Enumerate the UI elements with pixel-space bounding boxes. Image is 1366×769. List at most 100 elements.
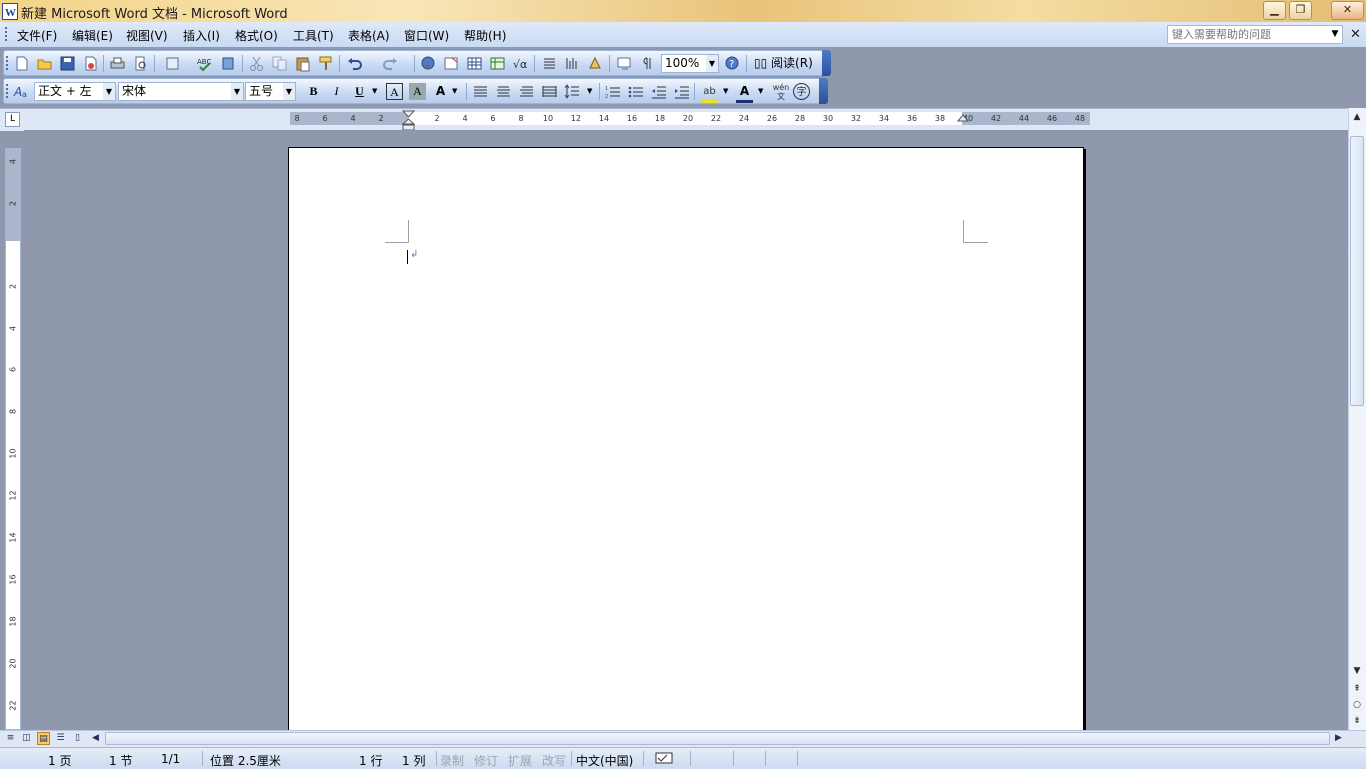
permission-icon[interactable] (82, 55, 99, 72)
numbering-icon[interactable]: 12 (604, 83, 621, 100)
help-question-input[interactable] (1168, 26, 1328, 43)
chevron-down-icon[interactable]: ▼ (231, 83, 243, 100)
bold-button[interactable]: B (305, 83, 322, 100)
increase-indent-icon[interactable] (673, 83, 690, 100)
horizontal-scroll-thumb[interactable] (105, 732, 1330, 745)
menu-tools[interactable]: 工具(T) (293, 27, 334, 44)
character-scaling-button[interactable]: A (432, 83, 449, 100)
style-select[interactable]: 正文 + 左 ▼ (34, 82, 116, 101)
reading-view-icon[interactable]: ▯ (71, 732, 84, 745)
font-color-dropdown-icon[interactable]: ▼ (758, 87, 763, 95)
line-spacing-dropdown-icon[interactable]: ▼ (587, 87, 592, 95)
close-button[interactable]: ✕ (1331, 1, 1364, 20)
character-border-button[interactable]: A (386, 83, 403, 100)
toolbar-grip[interactable] (6, 56, 8, 70)
line-spacing-icon[interactable] (564, 83, 581, 100)
print-preview-icon[interactable] (132, 55, 149, 72)
open-icon[interactable] (36, 55, 53, 72)
bullets-icon[interactable] (627, 83, 644, 100)
align-center-icon[interactable] (495, 83, 512, 100)
underline-dropdown-icon[interactable]: ▼ (372, 87, 377, 95)
status-overtype[interactable]: 改写 (542, 752, 566, 769)
underline-button[interactable]: U (351, 83, 368, 100)
status-track-changes[interactable]: 修订 (474, 752, 498, 769)
new-icon[interactable] (13, 55, 30, 72)
menu-help[interactable]: 帮助(H) (464, 27, 506, 44)
print-view-icon[interactable]: ▤ (37, 732, 50, 745)
research-book-icon[interactable] (220, 55, 237, 72)
print-icon[interactable] (109, 55, 126, 72)
align-left-icon[interactable] (472, 83, 489, 100)
drawing-icon[interactable] (564, 55, 581, 72)
highlight-button[interactable]: ab (701, 83, 718, 103)
font-size-select[interactable]: 五号 ▼ (245, 82, 296, 101)
menu-view[interactable]: 视图(V) (126, 27, 168, 44)
save-icon[interactable] (59, 55, 76, 72)
equation-icon[interactable]: √α (512, 55, 529, 72)
undo-icon[interactable] (346, 55, 363, 72)
show-hide-icon[interactable] (616, 55, 633, 72)
vertical-ruler[interactable]: 4 2 2 4 6 8 10 12 14 16 18 20 22 (5, 148, 21, 730)
document-close-button[interactable]: ✕ (1350, 27, 1361, 42)
scroll-down-icon[interactable]: ▼ (1350, 664, 1364, 678)
menu-edit[interactable]: 编辑(E) (72, 27, 113, 44)
character-shading-button[interactable]: A (409, 83, 426, 100)
indent-marker-handle[interactable] (402, 110, 415, 131)
decrease-indent-icon[interactable] (650, 83, 667, 100)
scroll-left-icon[interactable]: ◀ (89, 732, 102, 745)
hyperlink-icon[interactable] (420, 55, 437, 72)
chevron-down-icon[interactable]: ▼ (103, 83, 115, 100)
status-language[interactable]: 中文(中国) (576, 752, 633, 769)
menu-insert[interactable]: 插入(I) (183, 27, 220, 44)
styles-pane-icon[interactable]: Aa (13, 83, 30, 100)
italic-button[interactable]: I (328, 83, 345, 100)
status-record[interactable]: 录制 (440, 752, 464, 769)
document-page[interactable]: ↲ (288, 147, 1084, 730)
tab-selector-button[interactable]: L (5, 112, 20, 127)
normal-view-icon[interactable]: ≡ (4, 732, 17, 745)
menu-format[interactable]: 格式(O) (235, 27, 278, 44)
font-select[interactable]: 宋体 ▼ (118, 82, 244, 101)
toolbar-grip[interactable] (6, 84, 8, 98)
minimize-button[interactable]: ▁ (1263, 1, 1286, 20)
menu-grip[interactable] (5, 27, 7, 42)
select-browse-object-icon[interactable]: ○ (1350, 698, 1364, 712)
status-extend[interactable]: 扩展 (508, 752, 532, 769)
cut-icon[interactable] (248, 55, 265, 72)
insert-excel-icon[interactable] (489, 55, 506, 72)
copy-icon[interactable] (271, 55, 288, 72)
tables-borders-icon[interactable] (443, 55, 460, 72)
insert-table-icon[interactable] (466, 55, 483, 72)
menu-window[interactable]: 窗口(W) (404, 27, 449, 44)
spelling-icon[interactable]: ABC (196, 55, 213, 72)
research-icon[interactable] (164, 55, 181, 72)
columns-icon[interactable] (541, 55, 558, 72)
format-painter-icon[interactable] (317, 55, 334, 72)
restore-button[interactable]: ❐ (1289, 1, 1312, 20)
reading-layout-button[interactable]: ▯▯ 阅读(R) (754, 54, 813, 73)
scaling-dropdown-icon[interactable]: ▼ (452, 87, 457, 95)
help-icon[interactable]: ? (724, 55, 741, 72)
outline-view-icon[interactable]: ☰ (54, 732, 67, 745)
scroll-up-icon[interactable]: ▲ (1350, 110, 1364, 124)
chevron-down-icon[interactable]: ▼ (706, 55, 718, 72)
align-right-icon[interactable] (518, 83, 535, 100)
help-question-box[interactable]: ▼ (1167, 25, 1343, 44)
highlight-dropdown-icon[interactable]: ▼ (723, 87, 728, 95)
distributed-icon[interactable] (541, 83, 558, 100)
chevron-down-icon[interactable]: ▼ (283, 83, 295, 100)
toolbar-options-button[interactable] (819, 78, 828, 104)
redo-icon[interactable] (382, 55, 399, 72)
phonetic-guide-button[interactable]: wén 文 (770, 83, 792, 101)
menu-file[interactable]: 文件(F) (17, 27, 57, 44)
previous-page-icon[interactable]: ⇞ (1350, 682, 1364, 696)
document-map-icon[interactable] (587, 55, 604, 72)
spelling-status-icon[interactable] (654, 750, 676, 769)
paragraph-mark-icon[interactable] (639, 55, 656, 72)
enclose-characters-button[interactable]: 字 (793, 83, 810, 100)
paste-icon[interactable] (294, 55, 311, 72)
word-app-icon[interactable]: W (2, 3, 18, 20)
next-page-icon[interactable]: ⇟ (1350, 714, 1364, 728)
zoom-select[interactable]: 100% ▼ (661, 54, 719, 73)
help-dropdown-arrow-icon[interactable]: ▼ (1328, 26, 1342, 43)
